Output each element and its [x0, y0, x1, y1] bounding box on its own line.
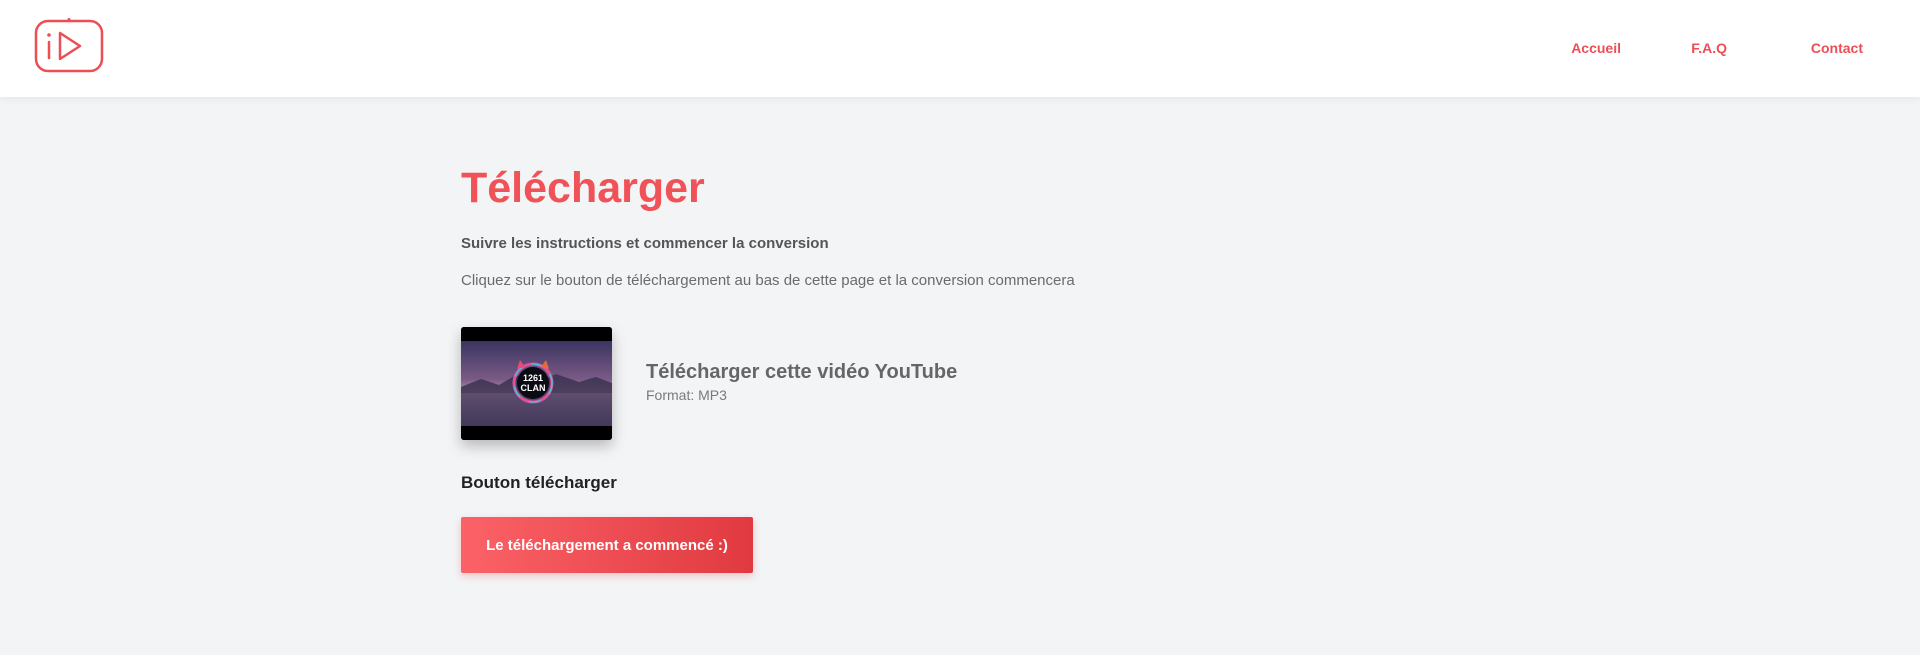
- nav-link-faq[interactable]: F.A.Q: [1691, 40, 1727, 56]
- site-header: Accueil F.A.Q Contact: [0, 0, 1920, 97]
- video-title: Télécharger cette vidéo YouTube: [646, 361, 958, 383]
- page-subtitle: Suivre les instructions et commencer la …: [461, 235, 829, 252]
- page-title: Télécharger: [461, 164, 705, 212]
- video-thumbnail: 1261 CLAN: [461, 327, 612, 440]
- thumbnail-text-2: CLAN: [521, 383, 546, 393]
- download-section-label: Bouton télécharger: [461, 473, 617, 492]
- youtube-play-icon: [34, 18, 104, 73]
- main-content: Télécharger Suivre les instructions et c…: [0, 97, 1920, 655]
- nav-link-accueil[interactable]: Accueil: [1571, 40, 1621, 56]
- page-description: Cliquez sur le bouton de téléchargement …: [461, 272, 1075, 289]
- thumbnail-text-1: 1261: [523, 373, 543, 383]
- logo-link[interactable]: [33, 18, 105, 74]
- download-button[interactable]: Le téléchargement a commencé :): [461, 517, 753, 573]
- video-format: Format: MP3: [646, 387, 727, 403]
- nav-link-contact[interactable]: Contact: [1811, 40, 1863, 56]
